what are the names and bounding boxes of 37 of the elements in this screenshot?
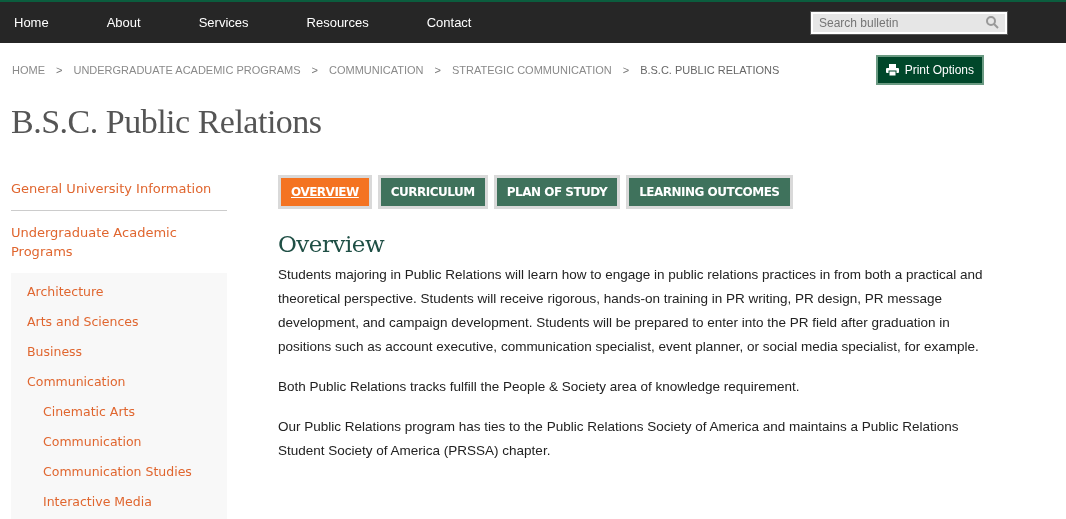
breadcrumb-separator: > <box>56 64 63 76</box>
sidebar-link[interactable]: Business <box>27 337 227 367</box>
section-heading: Overview <box>278 231 386 257</box>
breadcrumb-link[interactable]: B.S.C. PUBLIC RELATIONS <box>640 64 780 76</box>
sidebar-link[interactable]: Interactive Media <box>27 487 227 517</box>
page-title: B.S.C. Public Relations <box>11 103 323 141</box>
printer-icon <box>885 64 899 76</box>
nav-link[interactable]: Resources <box>306 15 369 30</box>
sidebar-link[interactable]: Architecture <box>27 277 227 307</box>
breadcrumb-link[interactable]: HOME <box>12 64 45 76</box>
breadcrumb-separator: > <box>622 64 630 76</box>
nav-link[interactable]: About <box>106 15 141 30</box>
sidebar-link[interactable]: Communication Studies <box>27 457 227 487</box>
sidebar-link[interactable]: Communication <box>27 427 227 457</box>
sidebar-link[interactable]: Undergraduate Academic Programs <box>11 219 227 273</box>
sidebar-link[interactable]: General University Information <box>11 175 227 211</box>
nav-link[interactable]: Home <box>14 15 49 30</box>
breadcrumb-link[interactable]: COMMUNICATION <box>329 64 424 76</box>
tab[interactable]: LEARNING OUTCOMES <box>626 175 793 209</box>
tab[interactable]: CURRICULUM <box>377 175 488 209</box>
tab[interactable]: PLAN OF STUDY <box>493 175 621 209</box>
nav-link[interactable]: Contact <box>426 15 472 30</box>
nav-link[interactable]: Services <box>198 15 249 30</box>
search-icon <box>986 15 999 29</box>
paragraph: Our Public Relations program has ties to the Public Relations Society of America and maintains a Public Relations Student Society of America (PRSSA) chapter. <box>278 418 960 460</box>
breadcrumb-link[interactable]: STRATEGIC COMMUNICATION <box>452 64 612 76</box>
tab[interactable]: OVERVIEW <box>278 175 372 209</box>
sidebar-link[interactable]: Cinematic Arts <box>27 397 227 427</box>
paragraph: Both Public Relations tracks fulfill the People & Society area of knowledge requirement. <box>278 378 801 396</box>
search-field[interactable]: Search bulletin <box>811 11 1007 34</box>
sidebar-link[interactable]: Arts and Sciences <box>27 307 227 337</box>
breadcrumb-separator: > <box>434 64 441 76</box>
breadcrumb-link[interactable]: UNDERGRADUATE ACADEMIC PROGRAMS <box>73 64 301 76</box>
print-options-button[interactable]: Print Options <box>875 55 984 85</box>
breadcrumb-separator: > <box>311 64 319 76</box>
paragraph: Students majoring in Public Relations will learn how to engage in public relations practices in from both a practical and theoretical perspective. Students will receive rigorous, hands-on training in PR writing, PR design, PR message development, and campaign development. Students will be prepared to enter into the PR field after graduation in positions such as account executive, communication specialist, event planner, or social media specialist, for example. <box>278 266 984 356</box>
sidebar-link[interactable]: Communication <box>27 367 227 397</box>
